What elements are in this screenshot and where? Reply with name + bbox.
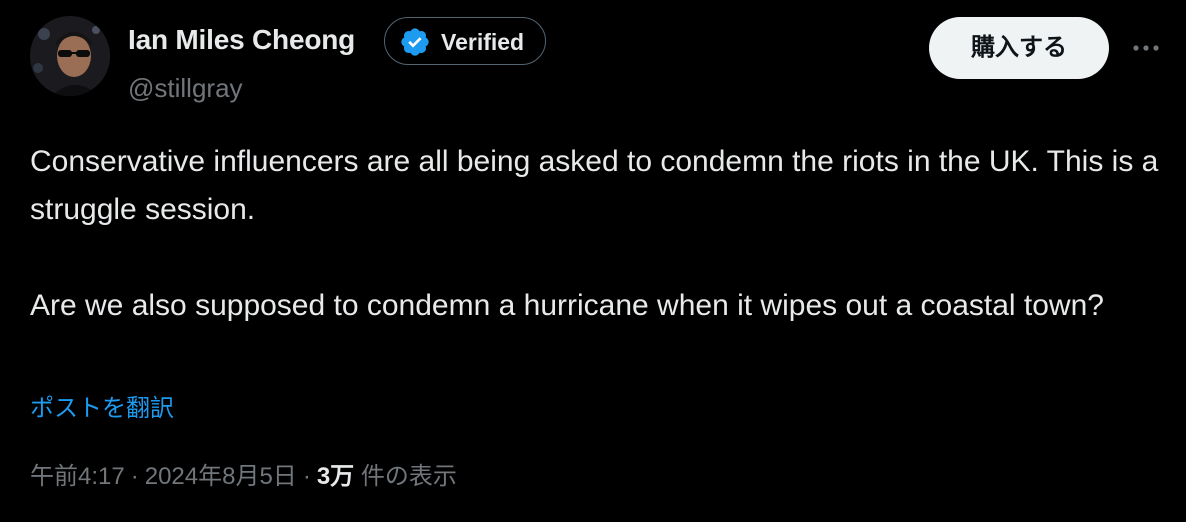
more-options-button[interactable]	[1124, 30, 1168, 66]
post-time[interactable]: 午前4:17	[30, 463, 125, 490]
post-date[interactable]: 2024年8月5日	[145, 463, 297, 490]
tweet-paragraph: Conservative influencers are all being a…	[30, 145, 1159, 226]
verified-label: Verified	[441, 29, 525, 55]
translate-post-link[interactable]: ポストを翻訳	[30, 388, 174, 423]
views-count[interactable]: 3万	[317, 463, 354, 490]
meta-separator: ·	[130, 463, 139, 490]
tweet-metadata: 午前4:17 · 2024年8月5日 · 3万 件の表示	[30, 456, 457, 491]
avatar[interactable]	[30, 16, 110, 96]
views-label: 件の表示	[360, 463, 457, 490]
avatar-image	[30, 16, 110, 96]
more-dots-icon	[1133, 45, 1159, 51]
verified-badge[interactable]: Verified	[384, 17, 546, 65]
subscribe-button[interactable]: 購入する	[929, 17, 1109, 79]
meta-separator: ·	[302, 463, 311, 490]
verified-badge-icon	[401, 28, 429, 56]
tweet-card: Ian Miles Cheong Verified @stillgray 購入す…	[0, 0, 1186, 522]
author-handle[interactable]: @stillgray	[128, 73, 243, 104]
tweet-text: Conservative influencers are all being a…	[30, 138, 1160, 330]
author-name[interactable]: Ian Miles Cheong	[128, 24, 355, 56]
tweet-paragraph: Are we also supposed to condemn a hurric…	[30, 289, 1104, 322]
